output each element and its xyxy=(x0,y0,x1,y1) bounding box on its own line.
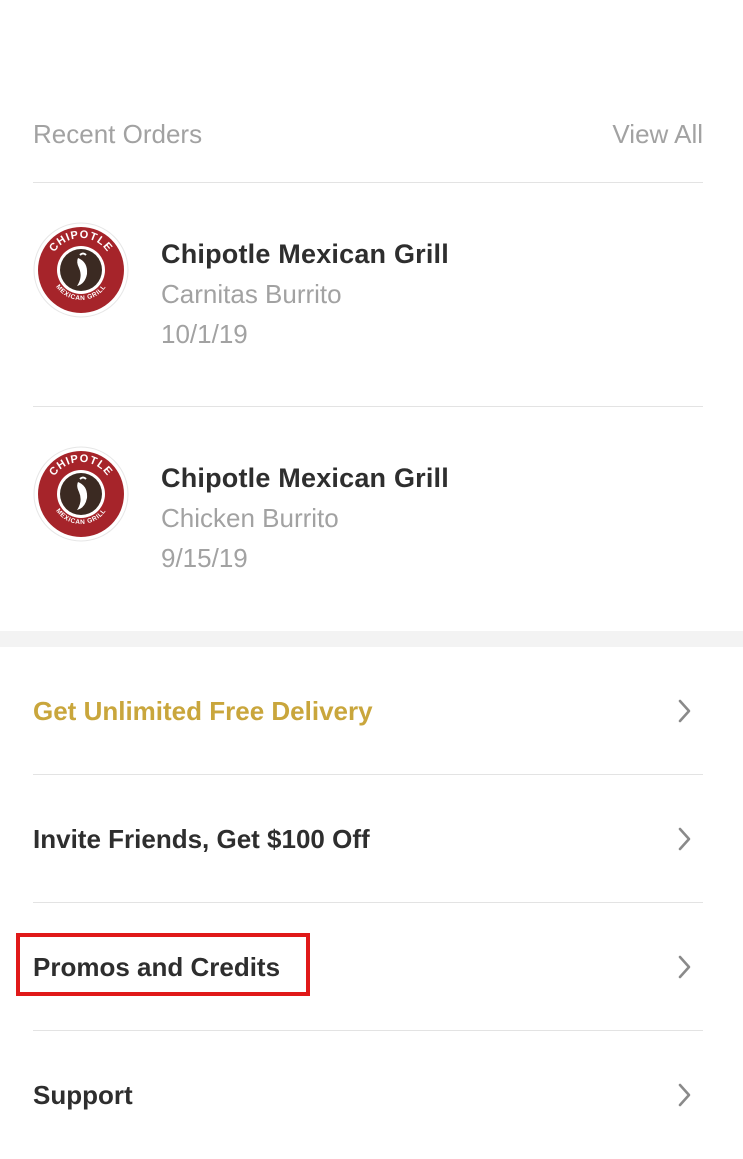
menu-item-label: Support xyxy=(33,1079,133,1110)
divider xyxy=(33,182,703,183)
recent-orders-header: Recent Orders View All xyxy=(33,110,703,158)
chipotle-logo-icon: CHIPOTLE MEXICAN GRILL xyxy=(33,446,129,542)
view-all-link[interactable]: View All xyxy=(612,119,703,150)
menu-item-unlimited-delivery[interactable]: Get Unlimited Free Delivery xyxy=(33,647,703,775)
order-item-name: Carnitas Burrito xyxy=(161,279,342,309)
section-separator xyxy=(0,631,743,647)
order-details: Chipotle Mexican Grill Carnitas Burrito … xyxy=(161,234,449,354)
chevron-right-icon xyxy=(678,699,691,723)
menu-item-support[interactable]: Support xyxy=(33,1031,703,1159)
chevron-right-icon xyxy=(678,955,691,979)
recent-orders-title: Recent Orders xyxy=(33,118,203,149)
order-date: 10/1/19 xyxy=(161,319,248,349)
order-item-name: Chicken Burrito xyxy=(161,503,339,533)
menu-item-label: Get Unlimited Free Delivery xyxy=(33,695,373,726)
highlight-box xyxy=(16,933,310,996)
order-item[interactable]: CHIPOTLE MEXICAN GRILL Chipotle Mexican … xyxy=(33,222,703,402)
restaurant-name: Chipotle Mexican Grill xyxy=(161,239,449,269)
chipotle-logo-icon: CHIPOTLE MEXICAN GRILL xyxy=(33,222,129,318)
chevron-right-icon xyxy=(678,827,691,851)
menu-item-invite-friends[interactable]: Invite Friends, Get $100 Off xyxy=(33,775,703,903)
chevron-right-icon xyxy=(678,1083,691,1107)
order-date: 9/15/19 xyxy=(161,543,248,573)
menu-item-label: Invite Friends, Get $100 Off xyxy=(33,823,370,854)
restaurant-name: Chipotle Mexican Grill xyxy=(161,463,449,493)
order-details: Chipotle Mexican Grill Chicken Burrito 9… xyxy=(161,458,449,578)
divider xyxy=(33,406,703,407)
order-item[interactable]: CHIPOTLE MEXICAN GRILL Chipotle Mexican … xyxy=(33,446,703,626)
